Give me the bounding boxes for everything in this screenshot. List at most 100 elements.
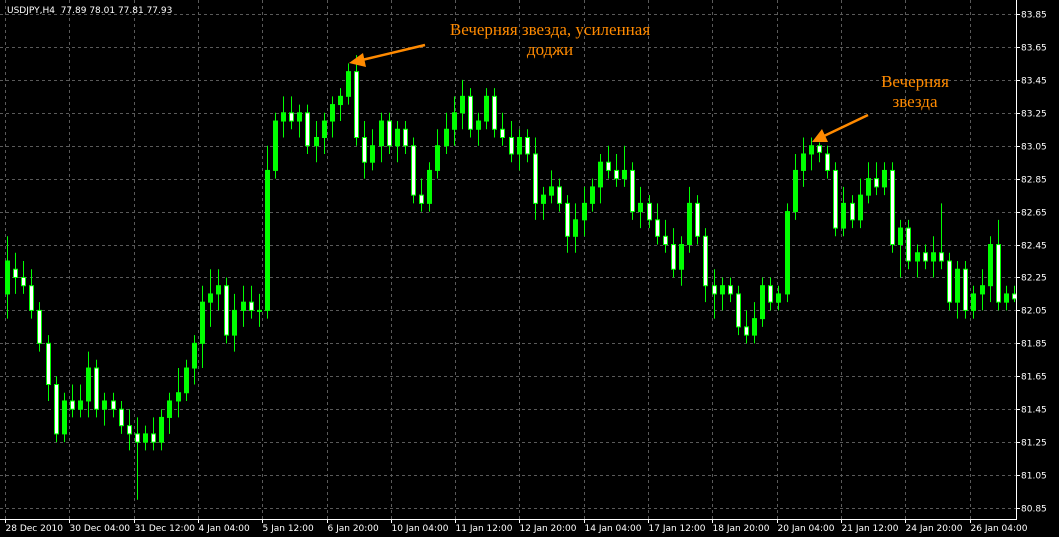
- candle-body: [492, 95, 497, 130]
- candle-body: [78, 400, 83, 410]
- candle-body: [1004, 293, 1009, 303]
- candle-body: [167, 400, 172, 418]
- candle-body: [906, 227, 911, 262]
- candle-body: [46, 342, 51, 386]
- ohlc-values: 77.89 78.01 77.81 77.93: [60, 6, 173, 16]
- candle-body: [630, 169, 635, 213]
- candle-body: [241, 301, 246, 311]
- candle-body: [947, 260, 952, 303]
- y-tick-label: 83.05: [1021, 143, 1047, 153]
- candle-body: [590, 186, 595, 204]
- candle-body: [598, 161, 603, 188]
- candle-body: [500, 128, 505, 138]
- candle-body: [573, 219, 578, 237]
- candle-body: [850, 202, 855, 221]
- y-tick-label: 82.45: [1021, 242, 1047, 252]
- candle-body: [427, 169, 432, 204]
- candle-body: [184, 367, 189, 394]
- candle-body: [460, 95, 465, 114]
- annotation-evening-star-doji: Вечерняя звезда, усиленная доджи: [430, 20, 670, 60]
- candle-body: [151, 433, 156, 443]
- candle-body: [216, 285, 221, 295]
- candle-body: [963, 268, 968, 311]
- candle-body: [890, 169, 895, 246]
- x-tick-label: 6 Jan 20:00: [328, 524, 380, 534]
- candle-body: [841, 202, 846, 229]
- candle-body: [21, 276, 26, 287]
- candle-body: [395, 128, 400, 147]
- candle-body: [346, 71, 351, 97]
- x-tick-label: 20 Jan 04:00: [778, 524, 835, 534]
- candle-body: [776, 293, 781, 303]
- candle-body: [874, 178, 879, 188]
- candle-body: [94, 367, 99, 410]
- candle-body: [955, 268, 960, 303]
- x-tick-label: 12 Jan 20:00: [520, 524, 577, 534]
- x-tick-label: 10 Jan 04:00: [392, 524, 449, 534]
- candle-body: [452, 112, 457, 130]
- candle-body: [744, 326, 749, 336]
- candle-body: [801, 153, 806, 171]
- y-tick-label: 83.25: [1021, 110, 1047, 120]
- candle-body: [793, 169, 798, 213]
- chart-info: USDJPY,H4 77.89 78.01 77.81 77.93: [7, 6, 172, 16]
- symbol-label: USDJPY,H4: [7, 6, 55, 16]
- candle-body: [817, 145, 822, 153]
- candle-body: [882, 169, 887, 188]
- x-tick-label: 26 Jan 04:00: [971, 524, 1028, 534]
- candle-body: [354, 71, 359, 138]
- candle-body: [833, 169, 838, 229]
- candle-body: [265, 169, 270, 311]
- y-tick-label: 83.65: [1021, 44, 1047, 54]
- candle-body: [923, 252, 928, 262]
- candle-body: [143, 433, 148, 443]
- candle-body: [720, 285, 725, 295]
- candle-body: [159, 416, 164, 443]
- candle-body: [939, 252, 944, 262]
- candle-body: [866, 178, 871, 196]
- candle-body: [468, 95, 473, 130]
- candle-body: [403, 128, 408, 147]
- candle-body: [509, 137, 514, 155]
- candle-body: [273, 120, 278, 171]
- candle-body: [622, 169, 627, 180]
- x-tick-label: 24 Jan 20:00: [906, 524, 963, 534]
- x-tick-label: 5 Jan 12:00: [263, 524, 315, 534]
- candle-body: [647, 202, 652, 221]
- candle-body: [655, 219, 660, 237]
- x-tick-label: 30 Dec 04:00: [70, 524, 131, 534]
- candle-body: [314, 137, 319, 147]
- x-tick-label: 17 Jan 12:00: [649, 524, 706, 534]
- candle-body: [135, 433, 140, 443]
- candle-body: [671, 244, 676, 270]
- candle-body: [663, 235, 668, 246]
- y-tick-label: 80.85: [1021, 505, 1047, 515]
- candle-body: [980, 285, 985, 295]
- annotation-evening-star: Вечерняя звезда: [860, 72, 970, 112]
- candle-body: [988, 244, 993, 287]
- candle-body: [785, 211, 790, 295]
- candle-body: [29, 285, 34, 311]
- y-tick-label: 83.45: [1021, 77, 1047, 87]
- candle-body: [330, 104, 335, 122]
- candle-body: [687, 202, 692, 246]
- annotation-2-line-1: Вечерняя: [881, 72, 949, 91]
- y-tick-label: 82.65: [1021, 209, 1047, 219]
- candle-body: [102, 400, 107, 410]
- candle-body: [712, 285, 717, 295]
- candle-body: [638, 202, 643, 213]
- candle-body: [127, 425, 132, 435]
- candle-body: [752, 318, 757, 336]
- candle-body: [370, 145, 375, 163]
- annotation-2-line-2: звезда: [892, 92, 938, 111]
- candle-body: [614, 169, 619, 180]
- candle-body: [996, 244, 1001, 303]
- candle-body: [971, 293, 976, 311]
- y-tick-label: 81.65: [1021, 373, 1047, 383]
- candle-body: [549, 186, 554, 196]
- x-tick-label: 28 Dec 2010: [6, 524, 64, 534]
- y-tick-label: 81.25: [1021, 439, 1047, 449]
- x-tick-label: 14 Jan 04:00: [585, 524, 642, 534]
- candle-body: [224, 285, 229, 336]
- candle-body: [281, 112, 286, 122]
